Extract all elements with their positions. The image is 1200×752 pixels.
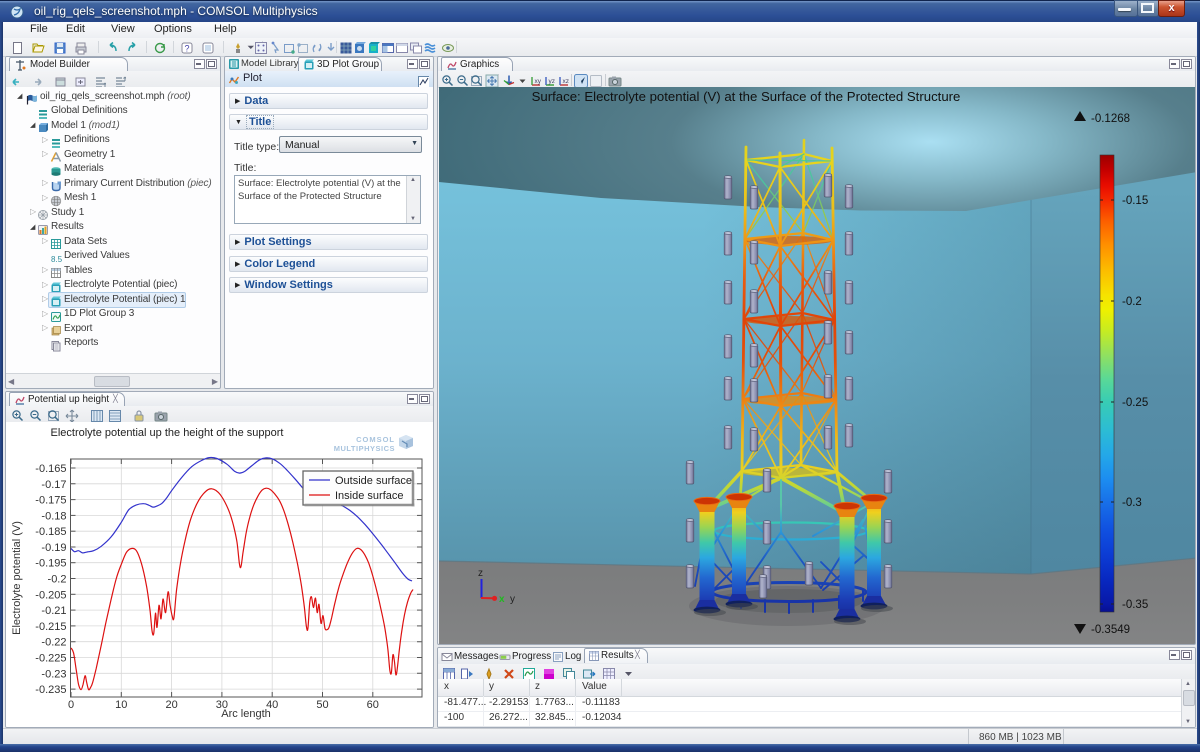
svg-text:-0.205: -0.205 (35, 589, 66, 601)
svg-text:10: 10 (115, 699, 127, 711)
svg-text:-0.15: -0.15 (1122, 195, 1148, 207)
svg-text:-0.195: -0.195 (35, 558, 66, 570)
svg-text:xz: xz (563, 78, 570, 85)
svg-text:Surface: Electrolyte potential: Surface: Electrolyte potential (V) at th… (532, 89, 961, 104)
svg-text:-0.21: -0.21 (41, 605, 66, 617)
svg-text:-0.19: -0.19 (41, 542, 66, 554)
svg-text:MULTIPHYSICS: MULTIPHYSICS (334, 444, 395, 453)
svg-text:-0.3549: -0.3549 (1091, 624, 1130, 636)
svg-text:-0.2: -0.2 (1122, 296, 1142, 308)
svg-text:-0.1268: -0.1268 (1091, 113, 1130, 125)
svg-text:-0.18: -0.18 (41, 510, 66, 522)
svg-text:0: 0 (68, 699, 74, 711)
svg-text:-0.165: -0.165 (35, 463, 66, 475)
svg-text:-0.35: -0.35 (1122, 599, 1148, 611)
svg-text:Electrolyte potential (V): Electrolyte potential (V) (11, 521, 23, 635)
svg-text:-0.23: -0.23 (41, 668, 66, 680)
svg-text:Electrolyte potential up the h: Electrolyte potential up the height of t… (51, 427, 284, 439)
svg-text:-0.235: -0.235 (35, 684, 66, 696)
svg-text:-0.3: -0.3 (1122, 497, 1142, 509)
svg-text:Outside surface: Outside surface (335, 475, 412, 487)
svg-text:y: y (510, 594, 515, 605)
svg-text:-0.22: -0.22 (41, 637, 66, 649)
svg-text:COMSOL: COMSOL (356, 435, 395, 444)
svg-text:z: z (478, 568, 483, 579)
svg-text:-0.2: -0.2 (48, 574, 67, 586)
svg-text:?: ? (185, 44, 190, 54)
svg-text:60: 60 (367, 699, 379, 711)
svg-text:-0.17: -0.17 (41, 479, 66, 491)
svg-text:Inside surface: Inside surface (335, 490, 403, 502)
svg-text:20: 20 (165, 699, 177, 711)
svg-text:-0.25: -0.25 (1122, 397, 1148, 409)
svg-text:50: 50 (316, 699, 328, 711)
svg-text:Arc length: Arc length (221, 708, 271, 720)
svg-text:-0.175: -0.175 (35, 495, 66, 507)
svg-text:-0.225: -0.225 (35, 653, 66, 665)
svg-text:-0.215: -0.215 (35, 621, 66, 633)
svg-text:yz: yz (549, 78, 556, 85)
svg-text:x: x (499, 594, 505, 605)
svg-text:-0.185: -0.185 (35, 526, 66, 538)
svg-text:xy: xy (535, 78, 542, 85)
